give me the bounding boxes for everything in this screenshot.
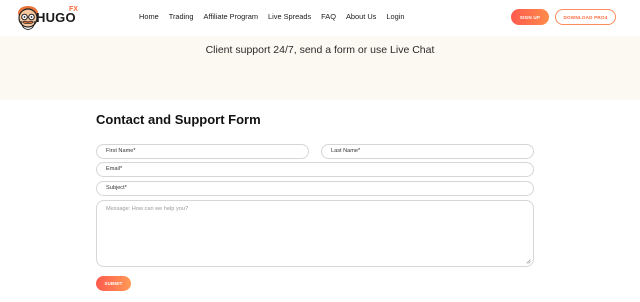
email-field[interactable]: Email*: [96, 162, 534, 177]
message-textarea[interactable]: Message: How can we help you?: [96, 200, 534, 267]
nav-live-spreads[interactable]: Live Spreads: [268, 12, 311, 21]
nav-about-us[interactable]: About Us: [346, 12, 376, 21]
download-pro4-button[interactable]: DOWNLOAD PRO4: [555, 9, 616, 25]
nav-trading[interactable]: Trading: [169, 12, 194, 21]
site-header: HUGO FX Home Trading Affiliate Program L…: [0, 0, 640, 36]
subject-field[interactable]: Subject*: [96, 181, 534, 196]
resize-grip-icon[interactable]: [526, 259, 531, 264]
brand-suffix: FX: [69, 6, 78, 13]
nav-login[interactable]: Login: [386, 12, 404, 21]
support-banner-text: Client support 24/7, send a form or use …: [205, 44, 435, 56]
submit-button[interactable]: SUBMIT: [96, 276, 131, 291]
last-name-field[interactable]: Last Name*: [321, 144, 534, 159]
first-name-field[interactable]: First Name*: [96, 144, 309, 159]
nav-affiliate-program[interactable]: Affiliate Program: [204, 12, 259, 21]
message-placeholder: Message: How can we help you?: [106, 206, 189, 212]
main-nav: Home Trading Affiliate Program Live Spre…: [139, 12, 404, 21]
nav-faq[interactable]: FAQ: [321, 12, 336, 21]
nav-home[interactable]: Home: [139, 12, 159, 21]
form-title: Contact and Support Form: [96, 112, 261, 127]
sign-up-button[interactable]: SIGN UP: [511, 9, 549, 25]
